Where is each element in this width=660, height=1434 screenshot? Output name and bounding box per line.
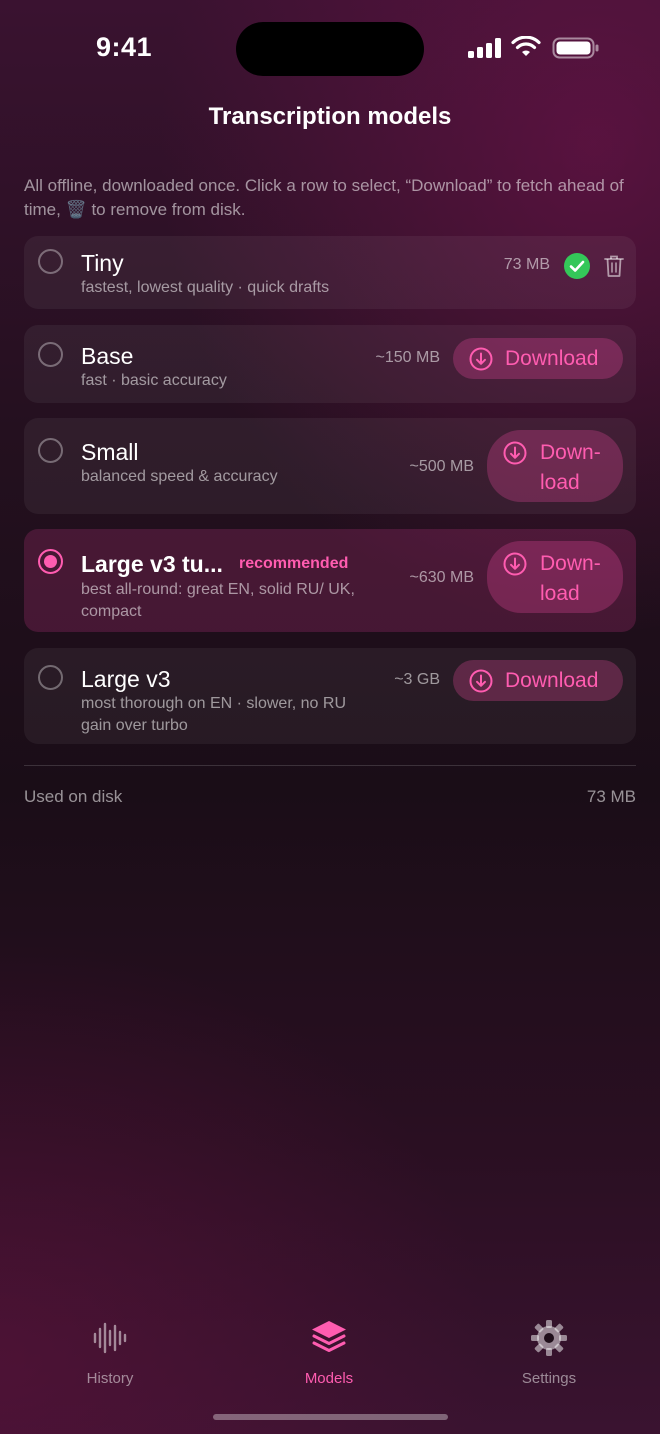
download-icon bbox=[469, 669, 493, 693]
battery-icon bbox=[552, 37, 600, 64]
disk-usage-value: 73 MB bbox=[586, 787, 636, 806]
model-size: ~630 MB bbox=[409, 569, 474, 586]
radio-button[interactable] bbox=[38, 438, 63, 463]
model-size: ~3 GB bbox=[394, 671, 440, 688]
model-description: fast · basic accuracy bbox=[81, 372, 227, 389]
model-name: Tiny bbox=[81, 250, 124, 276]
wifi-icon bbox=[511, 35, 541, 63]
tab-label: History bbox=[86, 1370, 134, 1387]
model-description: most thorough on EN · slower, no RU gain… bbox=[81, 695, 347, 734]
model-row-tiny[interactable]: Tiny fastest, lowest quality · quick dra… bbox=[24, 236, 636, 309]
model-row-large-v3-turbo[interactable]: Large v3 tu... recommended best all-roun… bbox=[24, 529, 636, 632]
download-label: Down- load bbox=[540, 552, 601, 605]
tab-bar: History Models Settings bbox=[0, 1300, 660, 1400]
cellular-signal-icon bbox=[468, 38, 502, 63]
tab-label: Settings bbox=[521, 1370, 577, 1387]
radio-button[interactable] bbox=[38, 665, 63, 690]
status-time: 9:41 bbox=[96, 32, 153, 62]
model-size: 73 MB bbox=[503, 256, 550, 273]
model-name: Base bbox=[81, 343, 134, 369]
waveform-icon bbox=[50, 1318, 170, 1358]
model-description: fastest, lowest quality · quick drafts bbox=[81, 279, 330, 296]
download-button[interactable]: Download bbox=[453, 660, 623, 701]
downloaded-check-icon bbox=[564, 253, 590, 284]
dynamic-island bbox=[236, 22, 424, 76]
download-icon bbox=[469, 347, 493, 371]
model-size: ~500 MB bbox=[409, 458, 474, 475]
radio-button[interactable] bbox=[38, 249, 63, 274]
model-row-small[interactable]: Small balanced speed & accuracy ~500 MB … bbox=[24, 418, 636, 514]
tab-settings[interactable]: Settings bbox=[489, 1318, 609, 1387]
radio-button-selected[interactable] bbox=[38, 549, 63, 574]
status-bar: 9:41 bbox=[0, 0, 660, 96]
download-label: Download bbox=[505, 346, 599, 370]
intro-text: All offline, downloaded once. Click a ro… bbox=[24, 176, 624, 219]
radio-button[interactable] bbox=[38, 342, 63, 367]
layers-icon bbox=[269, 1318, 389, 1358]
trash-icon[interactable] bbox=[604, 254, 624, 283]
model-row-large-v3[interactable]: Large v3 most thorough on EN · slower, n… bbox=[24, 648, 636, 744]
page-title: Transcription models bbox=[208, 103, 452, 130]
download-label: Down- load bbox=[540, 441, 601, 494]
tab-label: Models bbox=[304, 1370, 354, 1387]
model-description: balanced speed & accuracy bbox=[81, 468, 278, 485]
model-name: Large v3 bbox=[81, 666, 171, 692]
tab-history[interactable]: History bbox=[50, 1318, 170, 1387]
download-icon bbox=[503, 552, 527, 576]
divider bbox=[24, 765, 636, 766]
home-indicator bbox=[213, 1414, 448, 1420]
download-button[interactable]: Down- load bbox=[487, 430, 623, 502]
model-description: best all-round: great EN, solid RU/ UK, … bbox=[81, 581, 355, 620]
disk-usage-label: Used on disk bbox=[24, 787, 123, 806]
download-label: Download bbox=[505, 668, 599, 692]
model-row-base[interactable]: Base fast · basic accuracy ~150 MB Downl… bbox=[24, 325, 636, 403]
model-size: ~150 MB bbox=[375, 349, 440, 366]
tab-models[interactable]: Models bbox=[269, 1318, 389, 1387]
recommended-badge: recommended bbox=[239, 555, 349, 572]
download-button[interactable]: Down- load bbox=[487, 541, 623, 613]
download-icon bbox=[503, 441, 527, 465]
gear-icon bbox=[489, 1318, 609, 1358]
model-name: Large v3 tu... bbox=[81, 551, 223, 577]
model-name: Small bbox=[81, 439, 139, 465]
download-button[interactable]: Download bbox=[453, 338, 623, 379]
